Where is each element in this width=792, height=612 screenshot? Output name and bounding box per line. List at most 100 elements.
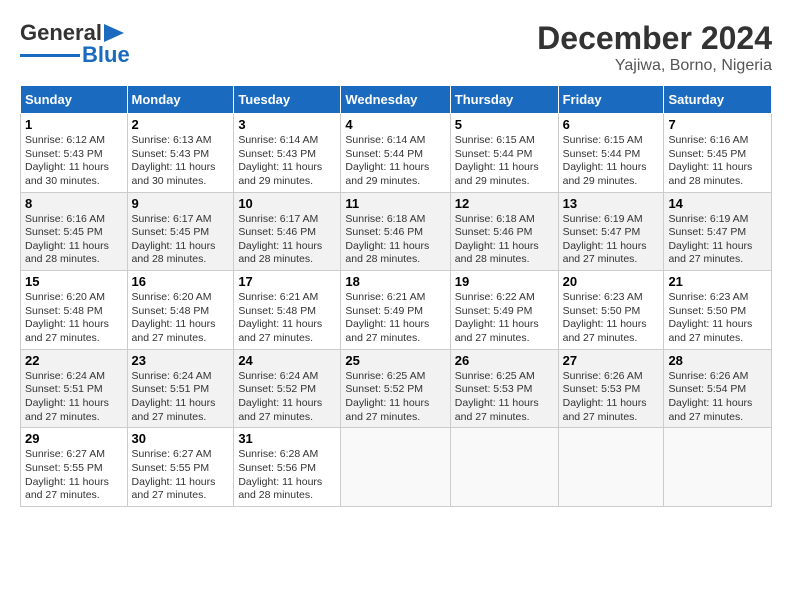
calendar-cell: [341, 428, 450, 507]
calendar-cell: 17Sunrise: 6:21 AMSunset: 5:48 PMDayligh…: [234, 271, 341, 350]
day-number: 26: [455, 353, 554, 368]
cell-sun-info: Sunrise: 6:25 AMSunset: 5:52 PMDaylight:…: [345, 370, 445, 425]
calendar-cell: 24 Sunrise: 6:24 AMSunset: 5:52 PMDayligh…: [234, 349, 341, 428]
calendar-cell: [558, 428, 664, 507]
calendar-cell: 23Sunrise: 6:24 AMSunset: 5:51 PMDayligh…: [127, 349, 234, 428]
day-number: 24: [238, 353, 336, 368]
day-number: 15: [25, 274, 123, 289]
col-header-wednesday: Wednesday: [341, 86, 450, 114]
day-number: 23: [132, 353, 230, 368]
cell-sun-info: Sunrise: 6:27 AMSunset: 5:55 PMDaylight:…: [132, 448, 230, 503]
day-number: 20: [563, 274, 660, 289]
cell-sun-info: Sunrise: 6:14 AMSunset: 5:44 PMDaylight:…: [345, 134, 445, 189]
calendar-cell: 10 Sunrise: 6:17 AMSunset: 5:46 PMDayligh…: [234, 192, 341, 271]
day-number: 5: [455, 117, 554, 132]
cell-sun-info: Sunrise: 6:23 AMSunset: 5:50 PMDaylight:…: [668, 291, 767, 346]
day-number: 27: [563, 353, 660, 368]
title-block: December 2024 Yajiwa, Borno, Nigeria: [537, 20, 772, 75]
calendar-cell: 15 Sunrise: 6:20 AMSunset: 5:48 PMDayligh…: [21, 271, 128, 350]
cell-sun-info: Sunrise: 6:26 AMSunset: 5:53 PMDaylight:…: [563, 370, 660, 425]
logo-text-blue: Blue: [82, 42, 130, 68]
day-number: 12: [455, 196, 554, 211]
calendar-cell: 20Sunrise: 6:23 AMSunset: 5:50 PMDayligh…: [558, 271, 664, 350]
day-number: 22: [25, 353, 123, 368]
calendar-cell: 11 Sunrise: 6:18 AMSunset: 5:46 PMDayligh…: [341, 192, 450, 271]
day-number: 29: [25, 431, 123, 446]
calendar-cell: 19 Sunrise: 6:22 AMSunset: 5:49 PMDayligh…: [450, 271, 558, 350]
col-header-saturday: Saturday: [664, 86, 772, 114]
calendar-cell: 2 Sunrise: 6:13 AMSunset: 5:43 PMDaylight…: [127, 114, 234, 193]
calendar-cell: 28 Sunrise: 6:26 AMSunset: 5:54 PMDayligh…: [664, 349, 772, 428]
calendar-table: SundayMondayTuesdayWednesdayThursdayFrid…: [20, 85, 772, 507]
cell-sun-info: Sunrise: 6:18 AMSunset: 5:46 PMDaylight:…: [455, 213, 554, 268]
calendar-cell: 1Sunrise: 6:12 AMSunset: 5:43 PMDaylight…: [21, 114, 128, 193]
calendar-cell: 18Sunrise: 6:21 AMSunset: 5:49 PMDayligh…: [341, 271, 450, 350]
cell-sun-info: Sunrise: 6:17 AMSunset: 5:46 PMDaylight:…: [238, 213, 336, 268]
calendar-cell: 25 Sunrise: 6:25 AMSunset: 5:52 PMDayligh…: [341, 349, 450, 428]
week-row-1: 1Sunrise: 6:12 AMSunset: 5:43 PMDaylight…: [21, 114, 772, 193]
calendar-subtitle: Yajiwa, Borno, Nigeria: [537, 57, 772, 75]
cell-sun-info: Sunrise: 6:19 AMSunset: 5:47 PMDaylight:…: [668, 213, 767, 268]
day-number: 19: [455, 274, 554, 289]
cell-sun-info: Sunrise: 6:16 AMSunset: 5:45 PMDaylight:…: [25, 213, 123, 268]
day-number: 2: [132, 117, 230, 132]
cell-sun-info: Sunrise: 6:16 AMSunset: 5:45 PMDaylight:…: [668, 134, 767, 189]
cell-sun-info: Sunrise: 6:17 AMSunset: 5:45 PMDaylight:…: [132, 213, 230, 268]
day-number: 16: [132, 274, 230, 289]
week-row-3: 15 Sunrise: 6:20 AMSunset: 5:48 PMDayligh…: [21, 271, 772, 350]
calendar-cell: 22Sunrise: 6:24 AMSunset: 5:51 PMDayligh…: [21, 349, 128, 428]
col-header-thursday: Thursday: [450, 86, 558, 114]
day-number: 31: [238, 431, 336, 446]
calendar-cell: [664, 428, 772, 507]
cell-sun-info: Sunrise: 6:15 AMSunset: 5:44 PMDaylight:…: [563, 134, 660, 189]
cell-sun-info: Sunrise: 6:13 AMSunset: 5:43 PMDaylight:…: [132, 134, 230, 189]
calendar-title: December 2024: [537, 20, 772, 57]
day-number: 14: [668, 196, 767, 211]
cell-sun-info: Sunrise: 6:20 AMSunset: 5:48 PMDaylight:…: [25, 291, 123, 346]
calendar-cell: 6 Sunrise: 6:15 AMSunset: 5:44 PMDaylight…: [558, 114, 664, 193]
calendar-cell: 16 Sunrise: 6:20 AMSunset: 5:48 PMDayligh…: [127, 271, 234, 350]
cell-sun-info: Sunrise: 6:25 AMSunset: 5:53 PMDaylight:…: [455, 370, 554, 425]
calendar-cell: 3Sunrise: 6:14 AMSunset: 5:43 PMDaylight…: [234, 114, 341, 193]
calendar-cell: 30 Sunrise: 6:27 AMSunset: 5:55 PMDayligh…: [127, 428, 234, 507]
cell-sun-info: Sunrise: 6:26 AMSunset: 5:54 PMDaylight:…: [668, 370, 767, 425]
day-number: 25: [345, 353, 445, 368]
cell-sun-info: Sunrise: 6:18 AMSunset: 5:46 PMDaylight:…: [345, 213, 445, 268]
day-number: 10: [238, 196, 336, 211]
day-number: 30: [132, 431, 230, 446]
logo: General Blue: [20, 20, 130, 68]
calendar-cell: 8 Sunrise: 6:16 AMSunset: 5:45 PMDaylight…: [21, 192, 128, 271]
calendar-cell: 5 Sunrise: 6:15 AMSunset: 5:44 PMDaylight…: [450, 114, 558, 193]
day-number: 7: [668, 117, 767, 132]
logo-underline: [20, 54, 80, 57]
col-header-friday: Friday: [558, 86, 664, 114]
cell-sun-info: Sunrise: 6:19 AMSunset: 5:47 PMDaylight:…: [563, 213, 660, 268]
calendar-cell: 14 Sunrise: 6:19 AMSunset: 5:47 PMDayligh…: [664, 192, 772, 271]
cell-sun-info: Sunrise: 6:14 AMSunset: 5:43 PMDaylight:…: [238, 134, 336, 189]
day-number: 18: [345, 274, 445, 289]
week-row-5: 29 Sunrise: 6:27 AMSunset: 5:55 PMDayligh…: [21, 428, 772, 507]
cell-sun-info: Sunrise: 6:15 AMSunset: 5:44 PMDaylight:…: [455, 134, 554, 189]
calendar-cell: 4Sunrise: 6:14 AMSunset: 5:44 PMDaylight…: [341, 114, 450, 193]
week-row-4: 22Sunrise: 6:24 AMSunset: 5:51 PMDayligh…: [21, 349, 772, 428]
header-row: SundayMondayTuesdayWednesdayThursdayFrid…: [21, 86, 772, 114]
cell-sun-info: Sunrise: 6:20 AMSunset: 5:48 PMDaylight:…: [132, 291, 230, 346]
calendar-cell: 13 Sunrise: 6:19 AMSunset: 5:47 PMDayligh…: [558, 192, 664, 271]
day-number: 11: [345, 196, 445, 211]
day-number: 1: [25, 117, 123, 132]
cell-sun-info: Sunrise: 6:22 AMSunset: 5:49 PMDaylight:…: [455, 291, 554, 346]
calendar-cell: [450, 428, 558, 507]
day-number: 13: [563, 196, 660, 211]
day-number: 6: [563, 117, 660, 132]
calendar-cell: 27 Sunrise: 6:26 AMSunset: 5:53 PMDayligh…: [558, 349, 664, 428]
cell-sun-info: Sunrise: 6:27 AMSunset: 5:55 PMDaylight:…: [25, 448, 123, 503]
cell-sun-info: Sunrise: 6:24 AMSunset: 5:52 PMDaylight:…: [238, 370, 336, 425]
calendar-cell: 21Sunrise: 6:23 AMSunset: 5:50 PMDayligh…: [664, 271, 772, 350]
day-number: 8: [25, 196, 123, 211]
day-number: 17: [238, 274, 336, 289]
col-header-sunday: Sunday: [21, 86, 128, 114]
col-header-monday: Monday: [127, 86, 234, 114]
col-header-tuesday: Tuesday: [234, 86, 341, 114]
calendar-cell: 26 Sunrise: 6:25 AMSunset: 5:53 PMDayligh…: [450, 349, 558, 428]
day-number: 28: [668, 353, 767, 368]
